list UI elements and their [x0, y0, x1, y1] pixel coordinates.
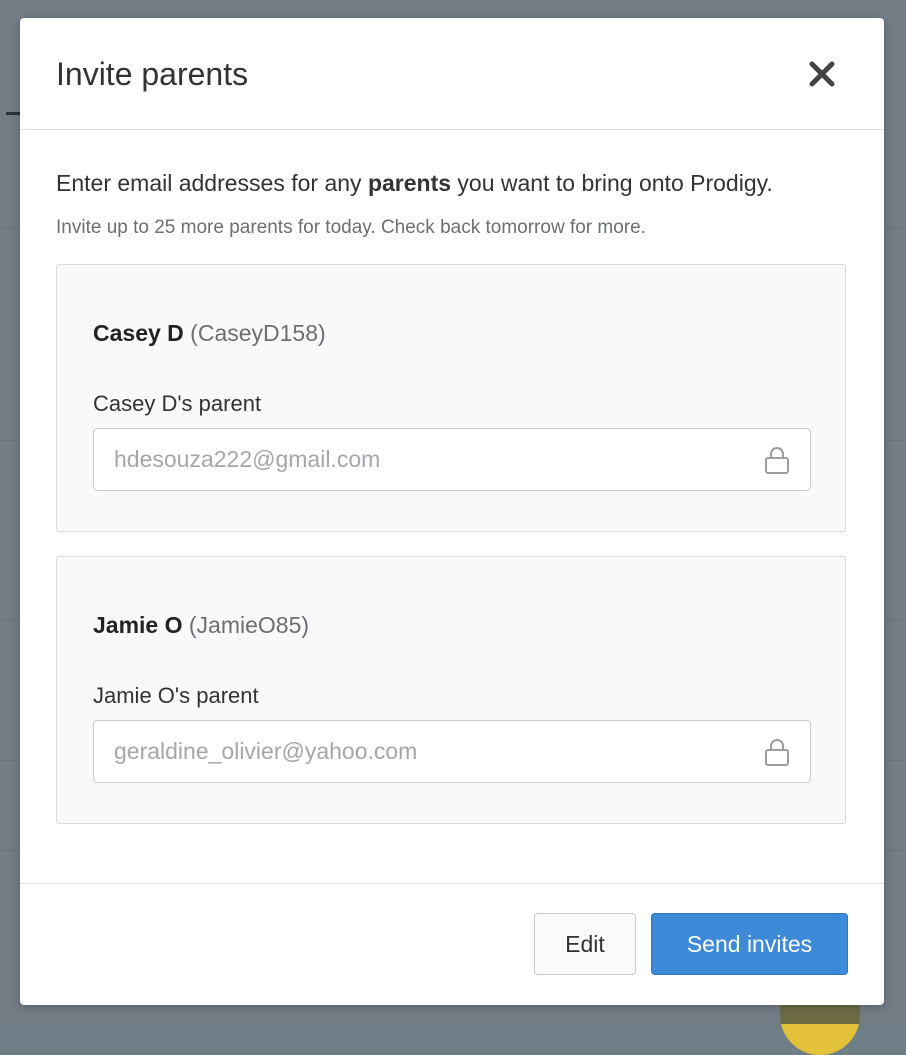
modal-header: Invite parents — [20, 18, 884, 130]
student-name: Jamie O (JamieO85) — [93, 612, 309, 639]
parent-email-input[interactable] — [94, 429, 754, 490]
edit-button[interactable]: Edit — [534, 913, 636, 975]
parent-email-field[interactable] — [93, 720, 811, 783]
student-username: (CaseyD158) — [190, 320, 326, 346]
intro-suffix: you want to bring onto Prodigy. — [451, 170, 773, 196]
student-display-name: Casey D — [93, 320, 184, 346]
student-display-name: Jamie O — [93, 612, 183, 638]
invite-parents-modal: Invite parents Enter email addresses for… — [20, 18, 884, 1005]
intro-prefix: Enter email addresses for any — [56, 170, 368, 196]
parent-email-field[interactable] — [93, 428, 811, 491]
invite-limit-note: Invite up to 25 more parents for today. … — [56, 217, 646, 238]
student-card: Casey D (CaseyD158) Casey D's parent — [56, 264, 846, 532]
close-icon — [809, 61, 835, 87]
parent-email-label: Jamie O's parent — [93, 683, 259, 708]
intro-text: Enter email addresses for any parents yo… — [56, 170, 773, 197]
close-button[interactable] — [804, 56, 840, 92]
student-username: (JamieO85) — [188, 612, 310, 638]
lock-icon — [765, 447, 789, 474]
send-invites-button[interactable]: Send invites — [651, 913, 848, 975]
parent-email-input[interactable] — [94, 721, 754, 782]
lock-icon — [765, 739, 789, 766]
student-name: Casey D (CaseyD158) — [93, 320, 326, 347]
modal-title: Invite parents — [56, 56, 249, 92]
student-card: Jamie O (JamieO85) Jamie O's parent — [56, 556, 846, 824]
parent-email-label: Casey D's parent — [93, 391, 262, 416]
intro-bold: parents — [367, 170, 452, 196]
modal-footer-divider — [20, 883, 884, 884]
